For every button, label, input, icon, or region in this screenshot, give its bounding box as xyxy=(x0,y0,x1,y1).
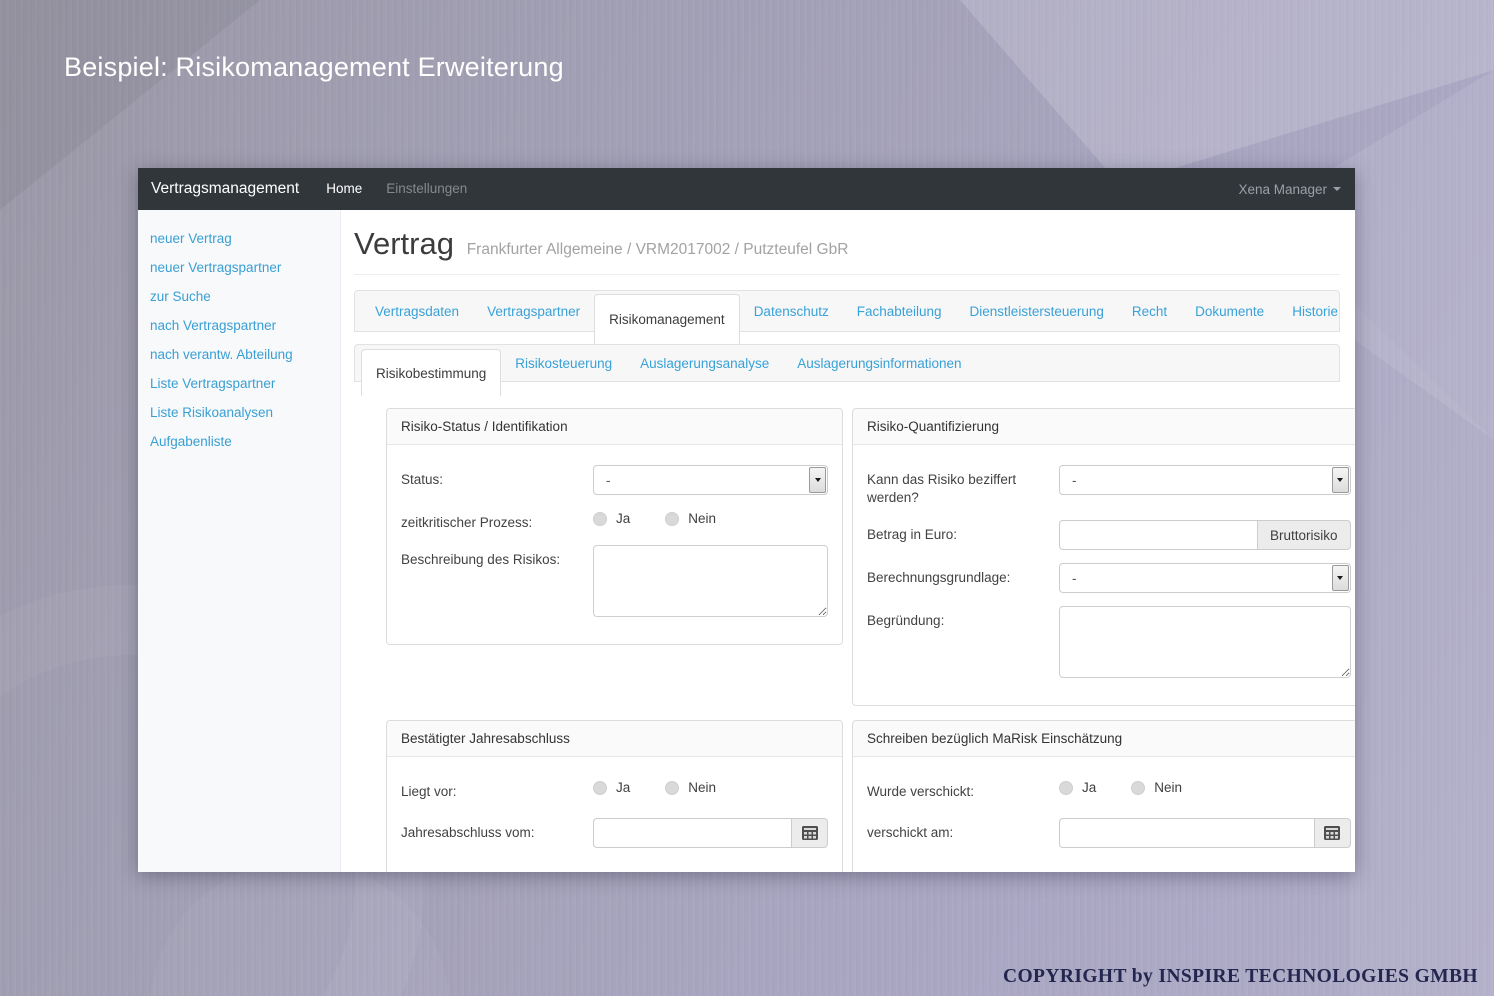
begruendung-label: Begründung: xyxy=(867,613,945,629)
bruttorisiko-button[interactable]: Bruttorisiko xyxy=(1257,520,1351,551)
page-title: Vertrag xyxy=(354,226,454,261)
sidebar: neuer Vertrag neuer Vertragspartner zur … xyxy=(138,210,341,872)
tab-vertragsdaten[interactable]: Vertragsdaten xyxy=(361,291,473,332)
panel-marisk-schreiben-title: Schreiben bezüglich MaRisk Einschätzung xyxy=(853,721,1355,758)
status-select[interactable]: - xyxy=(593,465,828,495)
wurde-verschickt-ja-radio[interactable] xyxy=(1059,780,1073,795)
page-subtitle: Frankfurter Allgemeine / VRM2017002 / Pu… xyxy=(466,241,849,258)
panel-risiko-status: Risiko-Status / Identifikation Status: - xyxy=(386,408,843,646)
radio-label-nein: Nein xyxy=(688,780,717,796)
wurde-verschickt-radio-group: Ja Nein xyxy=(1059,777,1351,795)
app-brand[interactable]: Vertragsmanagement xyxy=(138,180,314,198)
betrag-euro-input[interactable] xyxy=(1059,520,1257,551)
panel-jahresabschluss-title: Bestätigter Jahresabschluss xyxy=(387,721,842,758)
liegt-vor-label: Liegt vor: xyxy=(401,784,457,800)
radio-label-nein: Nein xyxy=(688,511,717,526)
sidebar-item-neuer-vertragspartner[interactable]: neuer Vertragspartner xyxy=(138,253,340,282)
panel-risiko-quantifizierung: Risiko-Quantifizierung Kann das Risiko b… xyxy=(852,408,1355,707)
main-content: Vertrag Frankfurter Allgemeine / VRM2017… xyxy=(341,210,1355,872)
berechnungsgrundlage-label: Berechnungsgrundlage: xyxy=(867,570,1011,586)
main-tab-bar: Vertragsdaten Vertragspartner Risikomana… xyxy=(354,290,1340,344)
nav-item-home[interactable]: Home xyxy=(314,168,374,210)
calendar-icon[interactable] xyxy=(1313,817,1351,848)
top-navbar: Vertragsmanagement Home Einstellungen Xe… xyxy=(138,168,1355,210)
tab-fachabteilung[interactable]: Fachabteilung xyxy=(843,291,956,332)
radio-label-ja: Ja xyxy=(616,780,631,796)
page-header: Vertrag Frankfurter Allgemeine / VRM2017… xyxy=(354,224,1340,275)
nav-item-einstellungen[interactable]: Einstellungen xyxy=(374,168,479,210)
slide-title: Beispiel: Risikomanagement Erweiterung xyxy=(64,52,564,82)
betrag-euro-label: Betrag in Euro: xyxy=(867,527,958,543)
wurde-verschickt-label: Wurde verschickt: xyxy=(867,784,975,800)
calendar-icon[interactable] xyxy=(791,817,828,848)
sidebar-item-aufgabenliste[interactable]: Aufgabenliste xyxy=(138,427,340,456)
tab-historie[interactable]: Historie xyxy=(1278,291,1352,332)
liegt-vor-radio-group: Ja Nein xyxy=(593,777,828,795)
berechnungsgrundlage-select[interactable]: - xyxy=(1059,563,1351,594)
chevron-down-icon xyxy=(1333,187,1341,191)
subtab-auslagerungsinformationen[interactable]: Auslagerungsinformationen xyxy=(783,345,975,382)
tab-dokumente[interactable]: Dokumente xyxy=(1181,291,1278,332)
subtab-risikosteuerung[interactable]: Risikosteuerung xyxy=(501,345,626,382)
verschickt-am-label: verschickt am: xyxy=(867,824,954,840)
user-menu-label: Xena Manager xyxy=(1238,181,1327,197)
panel-marisk-schreiben: Schreiben bezüglich MaRisk Einschätzung … xyxy=(852,720,1355,872)
tab-vertragspartner[interactable]: Vertragspartner xyxy=(473,291,594,332)
berechnungsgrundlage-select-value: - xyxy=(1072,570,1077,586)
form-panels: Risiko-Status / Identifikation Status: - xyxy=(354,408,1355,872)
tab-recht[interactable]: Recht xyxy=(1118,291,1181,332)
tab-datenschutz[interactable]: Datenschutz xyxy=(740,291,843,332)
sidebar-item-neuer-vertrag[interactable]: neuer Vertrag xyxy=(138,224,340,253)
tab-risikomanagement[interactable]: Risikomanagement xyxy=(594,294,740,344)
subtab-risikobestimmung[interactable]: Risikobestimmung xyxy=(361,349,502,396)
verschickt-am-input[interactable] xyxy=(1059,817,1314,848)
app-window: Vertragsmanagement Home Einstellungen Xe… xyxy=(138,168,1355,872)
user-menu[interactable]: Xena Manager xyxy=(1224,182,1355,197)
liegt-vor-ja-radio[interactable] xyxy=(593,780,607,795)
presentation-slide: Beispiel: Risikomanagement Erweiterung V… xyxy=(0,0,1494,996)
beschreibung-risiko-textarea[interactable] xyxy=(593,545,828,618)
zeitkritischer-prozess-nein-radio[interactable] xyxy=(665,511,680,526)
panel-risiko-quantifizierung-title: Risiko-Quantifizierung xyxy=(853,409,1355,445)
panel-jahresabschluss: Bestätigter Jahresabschluss Liegt vor: J… xyxy=(386,720,843,872)
radio-label-ja: Ja xyxy=(1082,780,1097,796)
radio-label-ja: Ja xyxy=(616,511,631,526)
chevron-down-icon xyxy=(809,467,826,493)
zeitkritischer-prozess-label: zeitkritischer Prozess: xyxy=(401,515,533,530)
tab-dienstleistersteuerung[interactable]: Dienstleistersteuerung xyxy=(956,291,1118,332)
copyright-footer: COPYRIGHT by INSPIRE TECHNOLOGIES GMBH xyxy=(1003,966,1478,987)
wurde-verschickt-nein-radio[interactable] xyxy=(1131,780,1146,795)
zeitkritischer-prozess-radio-group: Ja Nein xyxy=(593,508,828,526)
sidebar-item-liste-risikoanalysen[interactable]: Liste Risikoanalysen xyxy=(138,398,340,427)
jahresabschluss-vom-label: Jahresabschluss vom: xyxy=(401,824,535,840)
subtab-auslagerungsanalyse[interactable]: Auslagerungsanalyse xyxy=(626,345,783,382)
radio-label-nein: Nein xyxy=(1154,780,1183,796)
zeitkritischer-prozess-ja-radio[interactable] xyxy=(593,511,607,526)
jahresabschluss-vom-input[interactable] xyxy=(593,817,791,848)
sidebar-item-liste-vertragspartner[interactable]: Liste Vertragspartner xyxy=(138,369,340,398)
risiko-beziffert-label: Kann das Risiko beziffert werden? xyxy=(867,472,1017,506)
status-label: Status: xyxy=(401,472,444,487)
panel-risiko-status-title: Risiko-Status / Identifikation xyxy=(387,409,842,445)
risiko-beziffert-select-value: - xyxy=(1072,472,1077,488)
beschreibung-risiko-label: Beschreibung des Risikos: xyxy=(401,552,561,568)
sidebar-item-zur-suche[interactable]: zur Suche xyxy=(138,282,340,311)
liegt-vor-nein-radio[interactable] xyxy=(665,780,680,795)
chevron-down-icon xyxy=(1331,467,1349,493)
begruendung-textarea[interactable] xyxy=(1059,606,1351,679)
sub-tab-bar: Risikobestimmung Risikosteuerung Auslage… xyxy=(354,344,1340,396)
sidebar-item-nach-verantw-abteilung[interactable]: nach verantw. Abteilung xyxy=(138,340,340,369)
status-select-value: - xyxy=(606,472,611,488)
sidebar-item-nach-vertragspartner[interactable]: nach Vertragspartner xyxy=(138,311,340,340)
risiko-beziffert-select[interactable]: - xyxy=(1059,465,1351,495)
chevron-down-icon xyxy=(1331,565,1349,592)
